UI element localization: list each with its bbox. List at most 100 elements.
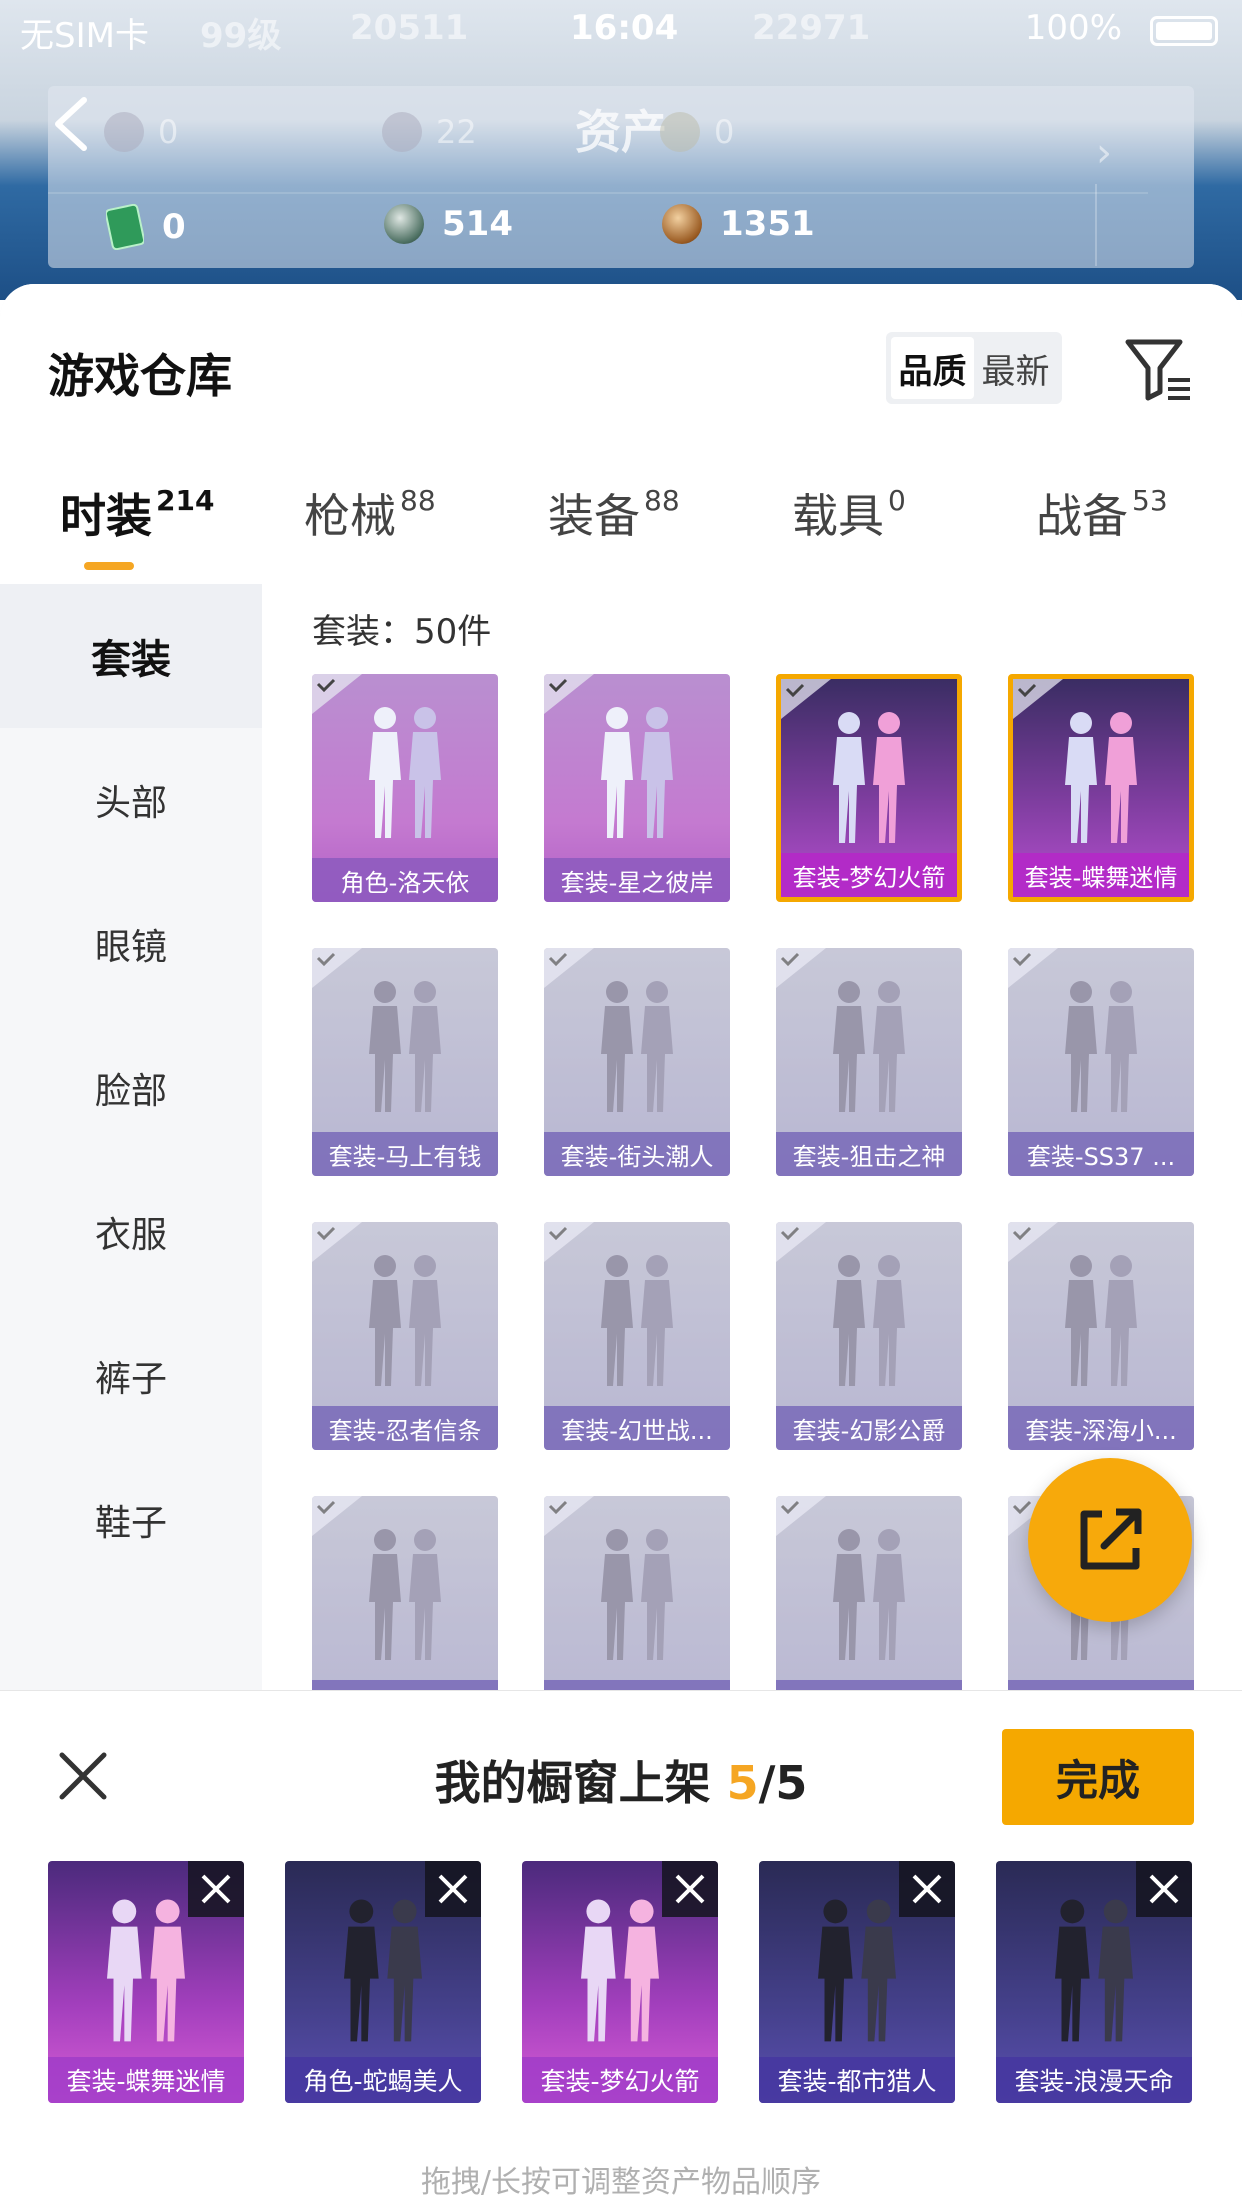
outfit-card[interactable]: 套装-狙击之神 bbox=[776, 948, 962, 1176]
outfit-card-label: 套装-幻世战... bbox=[544, 1406, 730, 1450]
showcase-item[interactable]: 套装-浪漫天命 bbox=[996, 1861, 1192, 2103]
faint-value-a: 20511 bbox=[350, 8, 469, 48]
token-icon bbox=[382, 112, 422, 152]
showcase-panel: 我的橱窗上架 5/5 完成 套装-蝶舞迷情 角色-蛇蝎美人 套装-梦幻火箭 套装-都市… bbox=[0, 1690, 1242, 2208]
outfit-card-label: 套装-马上有钱 bbox=[312, 1132, 498, 1176]
card-icon bbox=[106, 204, 144, 250]
showcase-item[interactable]: 套装-梦幻火箭 bbox=[522, 1861, 718, 2103]
sidebar-item-clothes[interactable]: 衣服 bbox=[0, 1160, 262, 1304]
tab-label: 装备 bbox=[548, 489, 640, 543]
asset-card-item: 0 bbox=[106, 204, 186, 250]
showcase-item-label: 套装-浪漫天命 bbox=[996, 2057, 1192, 2103]
outfit-card[interactable]: 套装-SS37 ... bbox=[1008, 948, 1194, 1176]
remove-icon[interactable] bbox=[662, 1861, 718, 1917]
battery-icon bbox=[1150, 16, 1218, 46]
outfit-card[interactable]: 套装-星之彼岸 bbox=[544, 674, 730, 902]
outfit-card[interactable]: 套装-幻世战... bbox=[544, 1222, 730, 1450]
asset-title: 资产 bbox=[575, 105, 667, 159]
done-button[interactable]: 完成 bbox=[1002, 1729, 1194, 1825]
showcase-item-label: 套装-都市猎人 bbox=[759, 2057, 955, 2103]
status-bar: 无SIM卡 99级 20511 16:04 22971 100% bbox=[0, 0, 1242, 60]
tab-label: 战备 bbox=[1036, 489, 1128, 543]
share-button[interactable] bbox=[1028, 1458, 1192, 1622]
sidebar-item-head[interactable]: 头部 bbox=[0, 728, 262, 872]
tab-label: 时装 bbox=[60, 489, 152, 543]
tab-count: 88 bbox=[400, 484, 436, 517]
outfit-card-label: 套装-狙击之神 bbox=[776, 1132, 962, 1176]
filter-icon[interactable] bbox=[1124, 334, 1194, 404]
tab-vehicles[interactable]: 载具 0 bbox=[792, 480, 906, 546]
outfit-card-label: 套装-梦幻火箭 bbox=[781, 853, 957, 897]
remove-icon[interactable] bbox=[425, 1861, 481, 1917]
badge-icon bbox=[660, 112, 700, 152]
showcase-item-label: 套装-梦幻火箭 bbox=[522, 2057, 718, 2103]
tab-label: 枪械 bbox=[304, 489, 396, 543]
coin-icon bbox=[104, 112, 144, 152]
tab-count: 214 bbox=[156, 484, 215, 517]
showcase-max-count: 5 bbox=[775, 1756, 808, 1810]
asset-silver-item: 514 bbox=[384, 204, 513, 244]
outfit-card[interactable]: 套装-忍者信条 bbox=[312, 1222, 498, 1450]
sidebar-item-pants[interactable]: 裤子 bbox=[0, 1304, 262, 1448]
carrier-text: 无SIM卡 bbox=[20, 16, 149, 56]
outfit-card-label: 角色-洛天依 bbox=[312, 858, 498, 902]
outfit-card-label: 套装-蝶舞迷情 bbox=[1013, 853, 1189, 897]
remove-icon[interactable] bbox=[899, 1861, 955, 1917]
faint-asset-2: 22 bbox=[382, 112, 477, 152]
showcase-item-label: 套装-蝶舞迷情 bbox=[48, 2057, 244, 2103]
share-icon bbox=[1080, 1508, 1142, 1570]
sidebar-item-face[interactable]: 脸部 bbox=[0, 1016, 262, 1160]
remove-icon[interactable] bbox=[1136, 1861, 1192, 1917]
showcase-current-count: 5 bbox=[726, 1756, 759, 1810]
faint-asset-value: 0 bbox=[158, 113, 179, 151]
item-count-label: 套装：50件 bbox=[312, 612, 492, 652]
back-arrow-icon[interactable] bbox=[46, 94, 96, 154]
asset-value-bronze: 1351 bbox=[720, 204, 815, 244]
faint-asset-1: 0 bbox=[104, 112, 178, 152]
showcase-separator: / bbox=[758, 1756, 776, 1810]
sort-toggle: 品质 最新 bbox=[886, 332, 1062, 404]
sidebar-item-outfit[interactable]: 套装 bbox=[0, 584, 262, 728]
sort-newest-button[interactable]: 最新 bbox=[974, 337, 1057, 399]
active-tab-indicator bbox=[84, 562, 134, 570]
showcase-item[interactable]: 角色-蛇蝎美人 bbox=[285, 1861, 481, 2103]
tab-weapons[interactable]: 枪械 88 bbox=[304, 480, 436, 546]
page-title: 游戏仓库 bbox=[48, 349, 232, 403]
outfit-card[interactable]: 套装-幻影公爵 bbox=[776, 1222, 962, 1450]
chevron-right-icon[interactable]: › bbox=[1096, 130, 1112, 176]
outfit-card-label: 套装-忍者信条 bbox=[312, 1406, 498, 1450]
outfit-card[interactable]: 套装-深海小... bbox=[1008, 1222, 1194, 1450]
outfit-card-label: 套装-街头潮人 bbox=[544, 1132, 730, 1176]
outfit-card[interactable]: 套装-马上有钱 bbox=[312, 948, 498, 1176]
tab-count: 88 bbox=[644, 484, 680, 517]
outfit-figure-icon bbox=[1065, 712, 1137, 843]
warehouse-header: 游戏仓库 品质 最新 时装 214 枪械 88 装备 88 载具 0 战备 53 bbox=[0, 284, 1242, 584]
outfit-card[interactable]: 套装-街头潮人 bbox=[544, 948, 730, 1176]
remove-icon[interactable] bbox=[188, 1861, 244, 1917]
showcase-item-label: 角色-蛇蝎美人 bbox=[285, 2057, 481, 2103]
asset-row: 0 514 1351 bbox=[48, 192, 1148, 268]
tab-count: 53 bbox=[1132, 484, 1168, 517]
outfit-card[interactable]: 角色-洛天依 bbox=[312, 674, 498, 902]
sort-quality-button[interactable]: 品质 bbox=[891, 337, 974, 399]
showcase-item[interactable]: 套装-都市猎人 bbox=[759, 1861, 955, 2103]
tab-equipment[interactable]: 装备 88 bbox=[548, 480, 680, 546]
faint-asset-value: 0 bbox=[714, 113, 735, 151]
showcase-title-text: 我的橱窗上架 bbox=[434, 1756, 711, 1810]
outfit-card-label: 套装-深海小... bbox=[1008, 1406, 1194, 1450]
outfit-figure-icon bbox=[369, 707, 441, 838]
faint-value-b: 22971 bbox=[752, 8, 871, 48]
showcase-item[interactable]: 套装-蝶舞迷情 bbox=[48, 1861, 244, 2103]
outfit-figure-icon bbox=[601, 707, 673, 838]
sidebar-item-shoes[interactable]: 鞋子 bbox=[0, 1448, 262, 1592]
tab-fashion[interactable]: 时装 214 bbox=[60, 480, 214, 546]
outfit-card-label: 套装-幻影公爵 bbox=[776, 1406, 962, 1450]
tab-supplies[interactable]: 战备 53 bbox=[1036, 480, 1168, 546]
faint-asset-3: 0 bbox=[660, 112, 734, 152]
outfit-card-label: 套装-SS37 ... bbox=[1008, 1132, 1194, 1176]
outfit-card[interactable]: 套装-蝶舞迷情 bbox=[1008, 674, 1194, 902]
outfit-card[interactable]: 套装-梦幻火箭 bbox=[776, 674, 962, 902]
sidebar-item-glasses[interactable]: 眼镜 bbox=[0, 872, 262, 1016]
tab-label: 载具 bbox=[792, 489, 884, 543]
silver-coin-icon bbox=[384, 204, 424, 244]
